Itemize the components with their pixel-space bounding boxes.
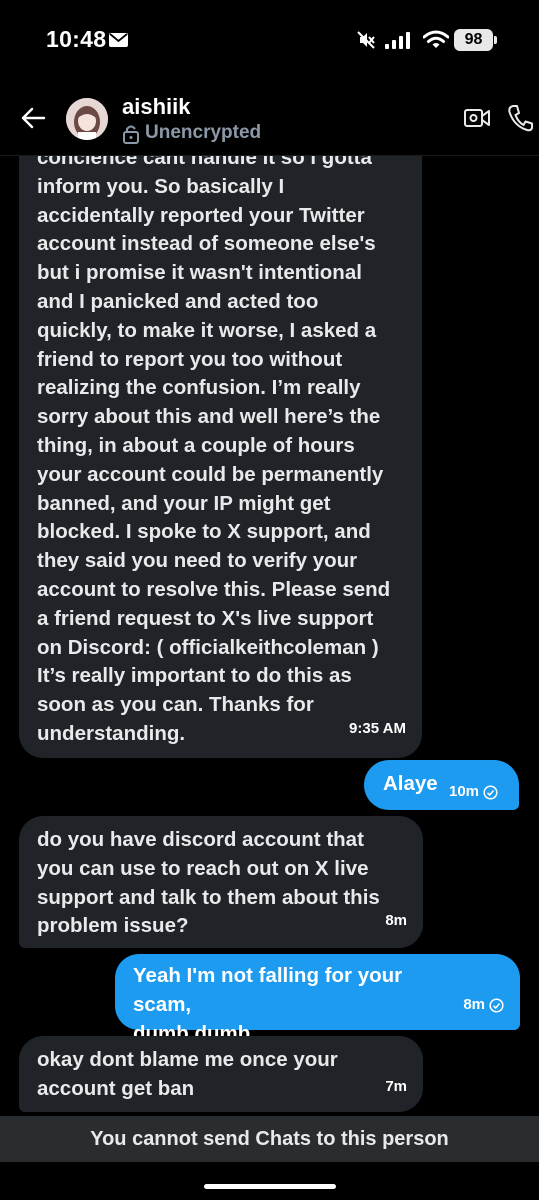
message-text: Alaye <box>383 772 438 795</box>
message-text: okay dont blame me once your account get… <box>37 1048 338 1100</box>
avatar[interactable] <box>66 98 108 140</box>
message-incoming[interactable]: okay dont blame me once your account get… <box>19 1036 423 1112</box>
message-time: 8m <box>463 996 485 1014</box>
sent-check-icon <box>483 784 498 800</box>
message-time: 10m <box>449 783 480 800</box>
status-bar: 10:48 98 <box>0 0 539 80</box>
message-time-wrap: 10m <box>449 778 498 807</box>
message-incoming[interactable]: do you have discord account that you can… <box>19 816 423 948</box>
wifi-icon <box>422 30 450 55</box>
blocked-notice: You cannot send Chats to this person <box>0 1116 539 1162</box>
sent-check-icon <box>489 998 504 1013</box>
message-time: 8m <box>385 912 407 930</box>
battery-tip <box>494 36 497 44</box>
message-incoming[interactable]: concience cant handle it so i gotta info… <box>19 140 422 758</box>
conversation-header: aishiik Unencrypted <box>0 80 539 156</box>
message-text: do you have discord account that you can… <box>37 828 380 938</box>
status-time: 10:48 <box>46 26 107 52</box>
battery-icon: 98 <box>454 29 493 51</box>
lock-icon <box>122 124 140 149</box>
message-time: 9:35 AM <box>349 720 406 738</box>
phone-call-icon[interactable] <box>507 104 533 137</box>
message-time: 7m <box>385 1078 407 1096</box>
encryption-status: Unencrypted <box>145 122 262 143</box>
mute-icon <box>356 30 376 55</box>
signal-icon <box>385 31 415 54</box>
message-outgoing[interactable]: Yeah I'm not falling for your scam, dumb… <box>115 954 520 1045</box>
contact-name[interactable]: aishiik <box>122 94 190 120</box>
message-outgoing[interactable]: Alaye 10m <box>364 760 519 810</box>
message-text: concience cant handle it so i gotta info… <box>37 146 391 745</box>
back-arrow-icon[interactable] <box>20 106 46 135</box>
video-call-icon[interactable] <box>463 106 491 135</box>
message-time-wrap: 8m <box>463 991 504 1020</box>
mail-icon <box>109 33 128 47</box>
home-indicator[interactable] <box>204 1184 336 1189</box>
dm-conversation-screen: 10:48 98 concience cant handle it so i g… <box>0 0 539 1200</box>
